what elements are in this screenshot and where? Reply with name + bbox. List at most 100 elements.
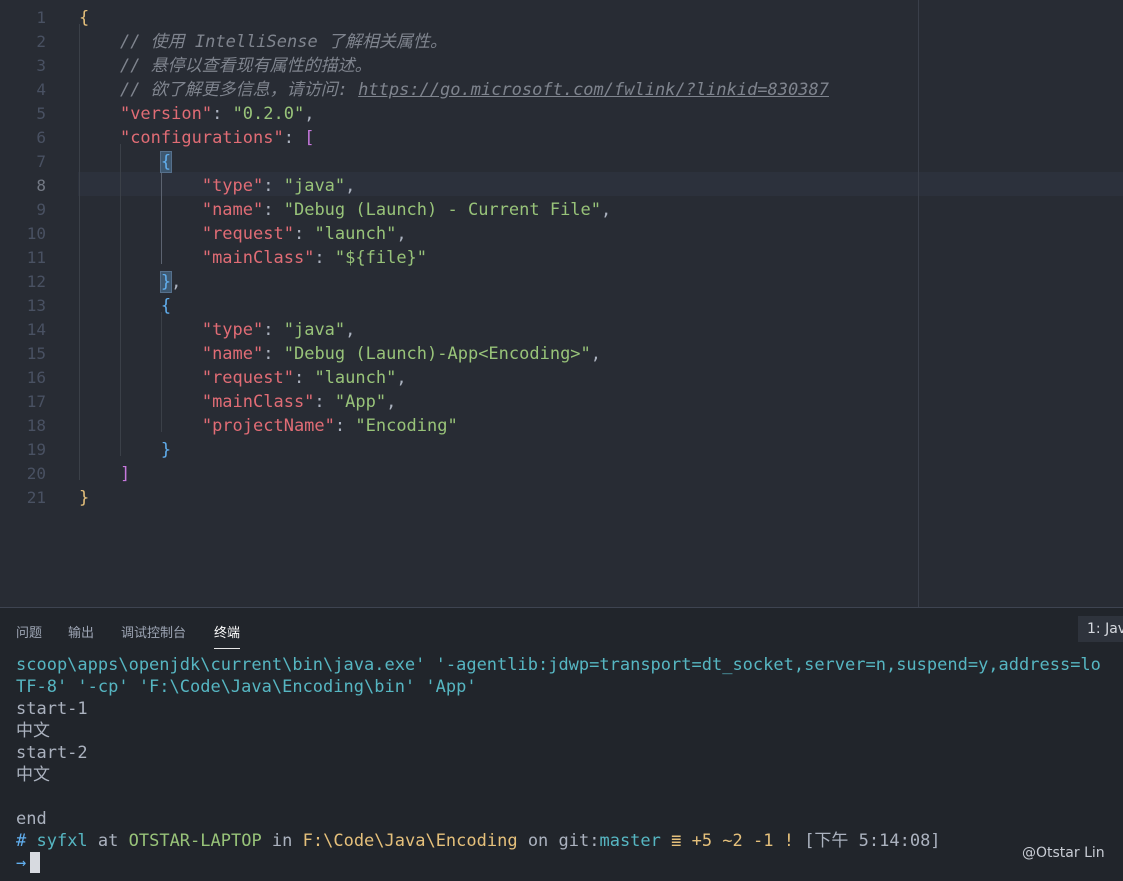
terminal-token: in xyxy=(261,831,303,851)
watermark: @Otstar Lin xyxy=(1022,845,1105,861)
line-number: 9 xyxy=(36,200,46,219)
code-token: "type" xyxy=(201,320,264,340)
code-token: : xyxy=(334,416,356,436)
code-token: , xyxy=(386,392,397,412)
code-text: "name": "Debug (Launch) - Current File", xyxy=(79,198,611,222)
line-number: 2 xyxy=(36,32,46,51)
code-text: "configurations": [ xyxy=(79,126,315,150)
line-number: 10 xyxy=(26,224,46,243)
code-token: "Debug (Launch)-App<Encoding>" xyxy=(283,344,591,364)
code-token: } xyxy=(159,271,173,293)
line-number: 4 xyxy=(36,80,46,99)
code-text: "mainClass": "${file}" xyxy=(79,246,427,270)
terminal-line: scoop\apps\openjdk\current\bin\java.exe'… xyxy=(16,654,1101,676)
code-line: 18 "projectName": "Encoding" xyxy=(0,414,1123,438)
code-token: // 欲了解更多信息，请访问: xyxy=(119,80,359,100)
code-text: "name": "Debug (Launch)-App<Encoding>", xyxy=(79,342,601,366)
code-token: "${file}" xyxy=(334,248,428,268)
code-line: 3 // 悬停以查看现有属性的描述。 xyxy=(0,54,1123,78)
code-text: "type": "java", xyxy=(79,174,356,198)
terminal-token: TF-8' '-cp' 'F:\Code\Java\Encoding\bin' … xyxy=(16,677,477,697)
terminal-token: master xyxy=(599,831,661,851)
terminal-token: → xyxy=(16,853,27,873)
terminal-output[interactable]: scoop\apps\openjdk\current\bin\java.exe'… xyxy=(16,654,1101,874)
terminal-line: end xyxy=(16,808,1101,830)
code-token: "mainClass" xyxy=(201,248,315,268)
code-text: "projectName": "Encoding" xyxy=(79,414,458,438)
code-token: , xyxy=(396,224,407,244)
code-token: , xyxy=(590,344,602,364)
code-token: : xyxy=(283,128,305,148)
terminal-token: end xyxy=(16,809,47,829)
terminal-select-dropdown[interactable]: 1: Java xyxy=(1078,616,1123,642)
code-token: : xyxy=(314,392,335,412)
terminal-token: start-1 xyxy=(16,699,88,719)
line-number: 13 xyxy=(26,296,46,315)
code-text: "request": "launch", xyxy=(79,366,407,390)
terminal-token: start-2 xyxy=(16,743,88,763)
code-token: : xyxy=(263,176,284,196)
code-token: : xyxy=(263,320,284,340)
terminal-line: start-1 xyxy=(16,698,1101,720)
tab-problems[interactable]: 问题 xyxy=(16,622,42,641)
code-token: "0.2.0" xyxy=(232,104,305,124)
terminal-token: [下午 5:14:08] xyxy=(793,831,941,851)
code-text: // 悬停以查看现有属性的描述。 xyxy=(79,54,372,78)
code-token: : xyxy=(314,248,335,268)
code-token: : xyxy=(263,344,284,364)
code-token: { xyxy=(79,8,90,28)
terminal-token: F:\Code\Java\Encoding xyxy=(302,831,518,851)
code-token: , xyxy=(171,272,182,292)
line-number: 16 xyxy=(26,368,46,387)
code-token: // 悬停以查看现有属性的描述。 xyxy=(119,56,372,76)
code-text: "request": "launch", xyxy=(79,222,407,246)
code-line: 8 "type": "java", xyxy=(0,174,1123,198)
code-token: "projectName" xyxy=(201,416,335,436)
line-number: 17 xyxy=(26,392,46,411)
code-token: : xyxy=(263,200,284,220)
code-token: "Debug (Launch) - Current File" xyxy=(283,200,602,220)
code-text: { xyxy=(79,6,89,30)
code-text: } xyxy=(79,486,89,510)
code-line: 16 "request": "launch", xyxy=(0,366,1123,390)
line-number: 21 xyxy=(26,488,46,507)
tab-debug-console[interactable]: 调试控制台 xyxy=(121,622,186,641)
code-token: "name" xyxy=(201,344,264,364)
line-number: 8 xyxy=(36,176,46,195)
code-token: "configurations" xyxy=(119,128,284,148)
panel-tabs: 问题 输出 调试控制台 终端 xyxy=(0,608,1123,654)
code-text: ] xyxy=(79,462,130,486)
tab-output[interactable]: 输出 xyxy=(68,622,94,641)
code-token: : xyxy=(293,368,315,388)
code-token: // 使用 IntelliSense 了解相关属性。 xyxy=(119,32,447,52)
code-editor[interactable]: 1{2 // 使用 IntelliSense 了解相关属性。 3 // 悬停以查看… xyxy=(0,0,1123,607)
code-token: [ xyxy=(304,128,315,148)
line-number: 15 xyxy=(26,344,46,363)
code-line: 19 } xyxy=(0,438,1123,462)
code-token: "request" xyxy=(201,224,294,244)
tab-terminal[interactable]: 终端 xyxy=(214,622,241,649)
code-token: } xyxy=(79,488,90,508)
code-line: 7 { xyxy=(0,150,1123,174)
code-token: { xyxy=(160,296,172,316)
code-token: : xyxy=(212,104,233,124)
code-token: , xyxy=(304,104,315,124)
code-token: "version" xyxy=(119,104,213,124)
code-token: "launch" xyxy=(314,224,397,244)
code-line: 12 }, xyxy=(0,270,1123,294)
line-number: 5 xyxy=(36,104,46,123)
terminal-token: on git: xyxy=(517,831,600,851)
line-number: 3 xyxy=(36,56,46,75)
code-token: "name" xyxy=(201,200,264,220)
terminal-line: → xyxy=(16,852,1101,874)
